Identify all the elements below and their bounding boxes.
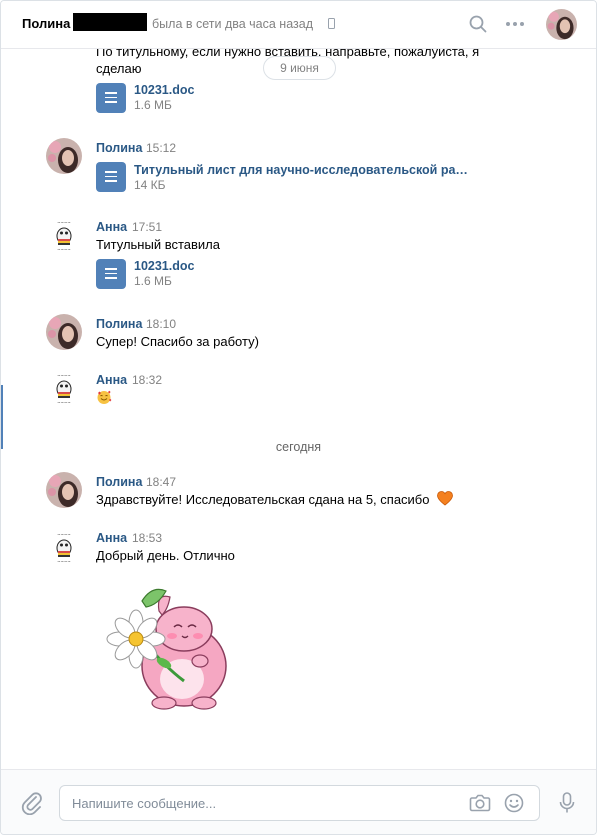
- document-icon[interactable]: [96, 83, 126, 113]
- message-author[interactable]: Полина: [96, 141, 142, 155]
- avatar[interactable]: ~~~~ ~~~~: [46, 217, 82, 253]
- document-name[interactable]: 10231.doc: [134, 259, 194, 273]
- document-icon[interactable]: [96, 259, 126, 289]
- message-input-box[interactable]: [59, 785, 540, 821]
- message-author[interactable]: Анна: [96, 373, 127, 387]
- message-input[interactable]: [72, 786, 462, 820]
- message-author[interactable]: Полина: [96, 475, 142, 489]
- last-seen-status: была в сети два часа назад: [152, 17, 313, 31]
- document-name[interactable]: Титульный лист для научно-исследовательс…: [134, 163, 468, 177]
- message-author[interactable]: Анна: [96, 531, 127, 545]
- more-icon[interactable]: [505, 15, 525, 33]
- camera-icon[interactable]: [469, 793, 491, 813]
- message-author[interactable]: Анна: [96, 220, 127, 234]
- svg-text:~~~~: ~~~~: [57, 532, 70, 537]
- document-icon[interactable]: [96, 162, 126, 192]
- message-history[interactable]: По титульному, если нужно вставить. напр…: [1, 49, 596, 769]
- smiling-face-with-hearts-icon: [97, 390, 112, 404]
- message-text: Здравствуйте! Исследовательская сдана на…: [96, 492, 430, 507]
- microphone-icon[interactable]: [559, 792, 575, 814]
- document-size: 14 КБ: [134, 178, 166, 192]
- date-separator: сегодня: [275, 440, 322, 454]
- orange-heart-icon: [437, 491, 453, 506]
- search-icon[interactable]: [469, 15, 487, 33]
- message-time[interactable]: 15:12: [146, 141, 176, 155]
- document-size: 1.6 МБ: [134, 274, 172, 288]
- message-time[interactable]: 17:51: [132, 220, 162, 234]
- message-time[interactable]: 18:32: [132, 373, 162, 387]
- avatar[interactable]: ~~~~ ~~~~: [46, 370, 82, 406]
- message-text: Супер! Спасибо за работу): [96, 334, 259, 349]
- message-time[interactable]: 18:53: [132, 531, 162, 545]
- date-pill: 9 июня: [263, 56, 336, 80]
- svg-text:~~~~: ~~~~: [57, 373, 70, 378]
- mobile-icon: [328, 18, 335, 29]
- redacted-surname: [73, 13, 147, 31]
- message-text: Добрый день. Отлично: [96, 548, 235, 563]
- avatar[interactable]: [46, 138, 82, 174]
- svg-text:~~~~: ~~~~: [57, 220, 70, 225]
- contact-avatar[interactable]: [546, 9, 577, 40]
- svg-text:~~~~: ~~~~: [57, 400, 70, 405]
- message-time[interactable]: 18:10: [146, 317, 176, 331]
- contact-name[interactable]: Полина: [22, 16, 70, 31]
- message-text: Титульный вставила: [96, 237, 220, 252]
- sticker-image[interactable]: [104, 581, 232, 716]
- document-size: 1.6 МБ: [134, 98, 172, 112]
- emoji-icon[interactable]: [504, 793, 524, 813]
- message-author[interactable]: Полина: [96, 317, 142, 331]
- avatar[interactable]: [46, 472, 82, 508]
- svg-text:~~~~: ~~~~: [57, 247, 70, 252]
- document-name[interactable]: 10231.doc: [134, 83, 194, 97]
- avatar[interactable]: ~~~~ ~~~~: [46, 529, 82, 565]
- message-composer: [1, 769, 596, 834]
- attach-icon[interactable]: [21, 791, 43, 815]
- avatar[interactable]: [46, 314, 82, 350]
- chat-header: Полина была в сети два часа назад: [1, 1, 596, 49]
- message-time[interactable]: 18:47: [146, 475, 176, 489]
- svg-text:~~~~: ~~~~: [57, 559, 70, 564]
- chat-window: Полина была в сети два часа назад По тит…: [0, 0, 597, 835]
